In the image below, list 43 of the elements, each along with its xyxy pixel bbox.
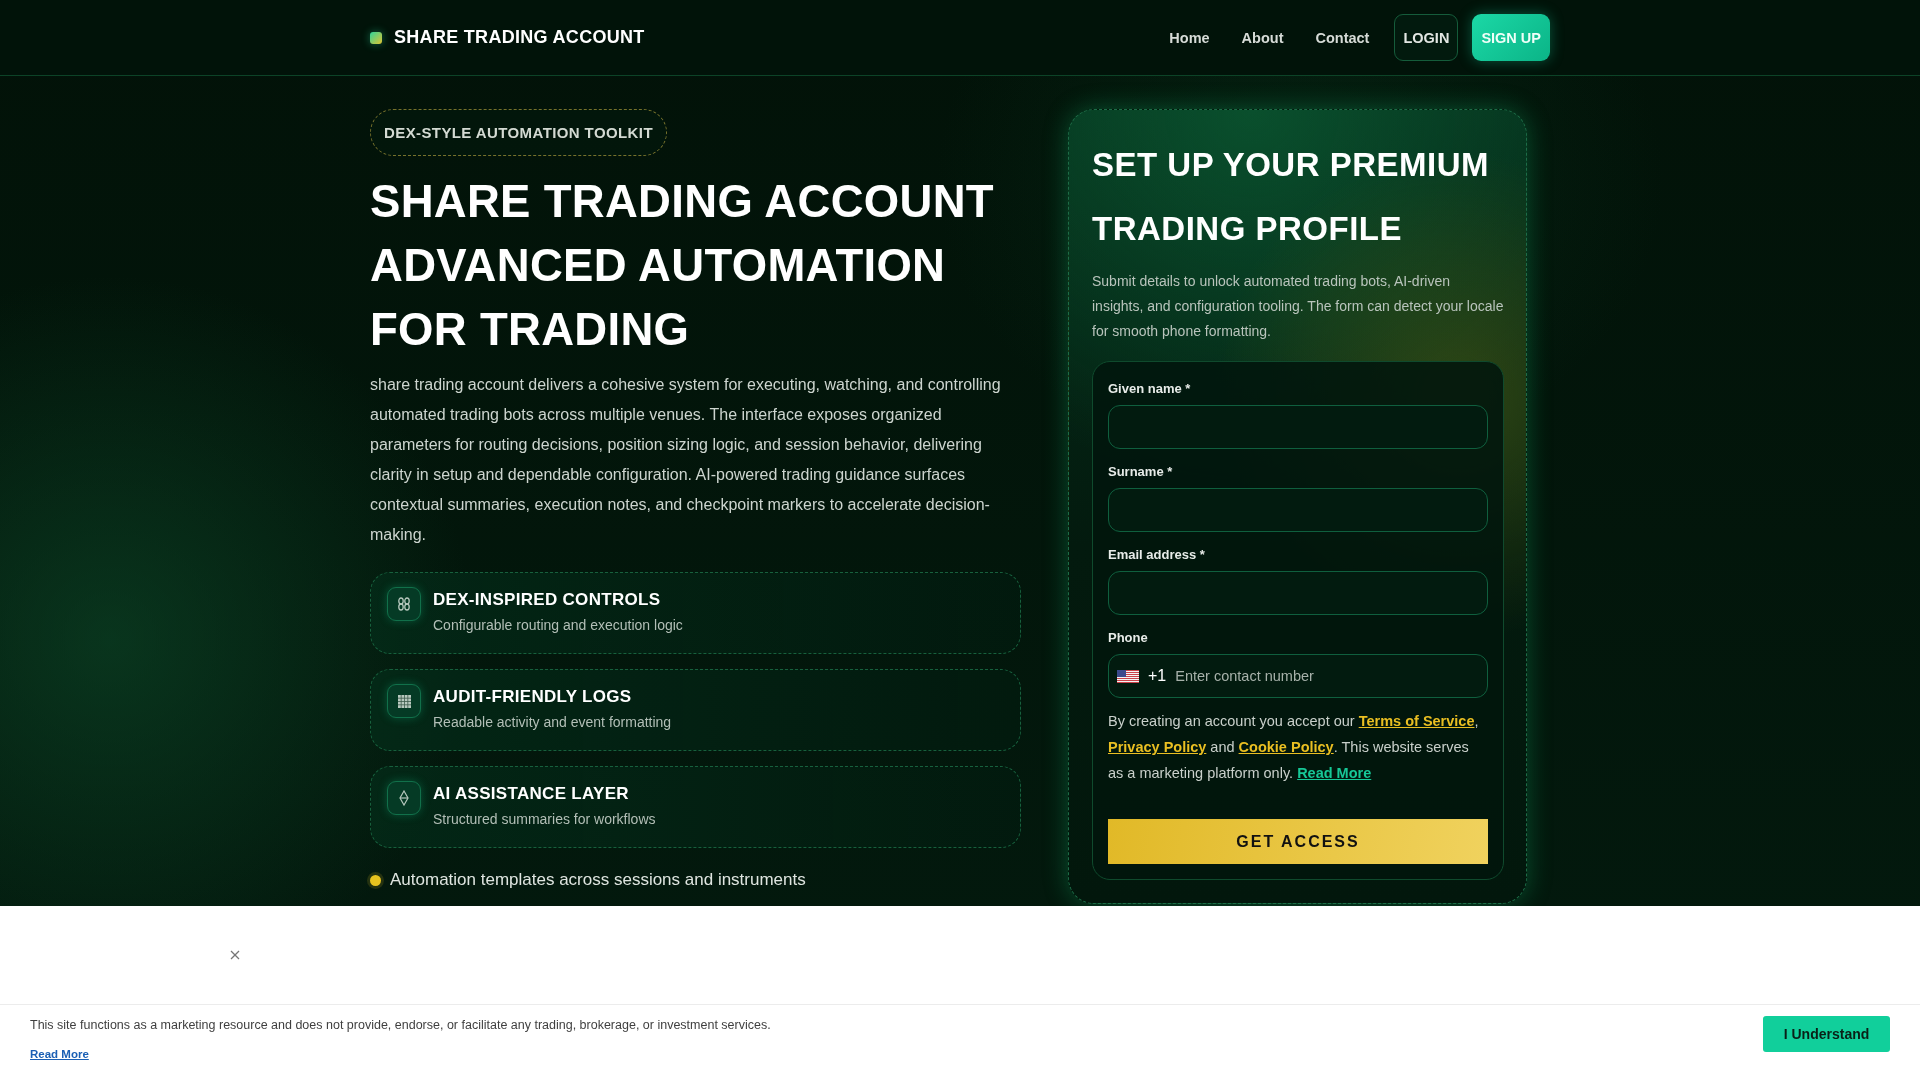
field-label: Phone: [1108, 629, 1149, 646]
country-code: +1: [1148, 667, 1167, 685]
understand-button[interactable]: I Understand: [1763, 1016, 1890, 1052]
consent-text: By creating an account you accept our Terms of Service, Privacy Policy and Cookie Policy. This website serves as a marketing platform only. Read More: [1108, 712, 1480, 783]
diamond-icon: [387, 781, 421, 815]
read-more-link[interactable]: Read More: [30, 1048, 89, 1060]
nav-link[interactable]: About: [1241, 29, 1284, 46]
read-more-link[interactable]: Read More: [1297, 765, 1372, 781]
nav-link[interactable]: Home: [1169, 29, 1210, 46]
logo-text[interactable]: SHARE TRADING ACCOUNT: [394, 27, 645, 48]
hero-title: SHARE TRADING ACCOUNT ADVANCED AUTOMATION FOR TRADING: [370, 175, 995, 357]
dot-icon: [370, 874, 381, 886]
hero-description: share trading account delivers a cohesive system for executing, watching, and controlling automated trading bots across multiple venues. The interface exposes organized parameters for routing decisions, position sizing logic, and session behavior, delivering clarity in setup and dependable configuration. AI-powered trading guidance surfaces contextual summaries, execution notes, and checkpoint markers to accelerate decision-making.: [370, 375, 1002, 545]
notice-text: This site functions as a marketing resource and does not provide, endorse, or facilitate any trading, brokerage, or investment services.: [30, 1017, 771, 1034]
input-field[interactable]: [1108, 405, 1488, 449]
chain-icon: [387, 587, 421, 621]
signup-title: SET UP YOUR PREMIUM TRADING PROFILE: [1092, 145, 1490, 249]
bullet-text: Automation templates across sessions and instruments: [390, 869, 806, 891]
logo-icon: [370, 31, 382, 44]
nav-link[interactable]: Contact: [1315, 29, 1370, 46]
hero-badge: DEX-STYLE AUTOMATION TOOLKIT: [370, 109, 667, 156]
policy-link[interactable]: Terms of Service: [1358, 713, 1475, 729]
grid-icon: [387, 684, 421, 718]
phone-input[interactable]: Enter contact number: [1175, 661, 1479, 691]
flag-icon[interactable]: [1117, 669, 1139, 683]
feature-title: AUDIT-FRIENDLY LOGS: [433, 686, 633, 708]
input-field[interactable]: [1108, 571, 1488, 615]
login-button[interactable]: LOGIN: [1394, 14, 1459, 61]
feature-text: Readable activity and event formatting: [433, 713, 672, 731]
feature-title: AI ASSISTANCE LAYER: [433, 783, 630, 805]
policy-link[interactable]: Cookie Policy: [1238, 739, 1334, 755]
feature-text: Configurable routing and execution logic: [433, 616, 683, 634]
phone-field[interactable]: +1 Enter contact number: [1108, 654, 1488, 698]
input-field[interactable]: [1108, 488, 1488, 532]
signup-description: Submit details to unlock automated trading bots, AI-driven insights, and configuration tooling. The form can detect your locale for smooth phone formatting.: [1092, 272, 1504, 341]
policy-link[interactable]: Privacy Policy: [1108, 739, 1207, 755]
field-label: Given name *: [1108, 380, 1192, 397]
close-icon[interactable]: [230, 950, 240, 960]
feature-text: Structured summaries for workflows: [433, 810, 656, 828]
field-label: Email address *: [1108, 546, 1206, 563]
get-access-button[interactable]: GET ACCESS: [1108, 819, 1488, 864]
field-label: Surname *: [1108, 463, 1174, 480]
feature-title: DEX-INSPIRED CONTROLS: [433, 589, 662, 611]
